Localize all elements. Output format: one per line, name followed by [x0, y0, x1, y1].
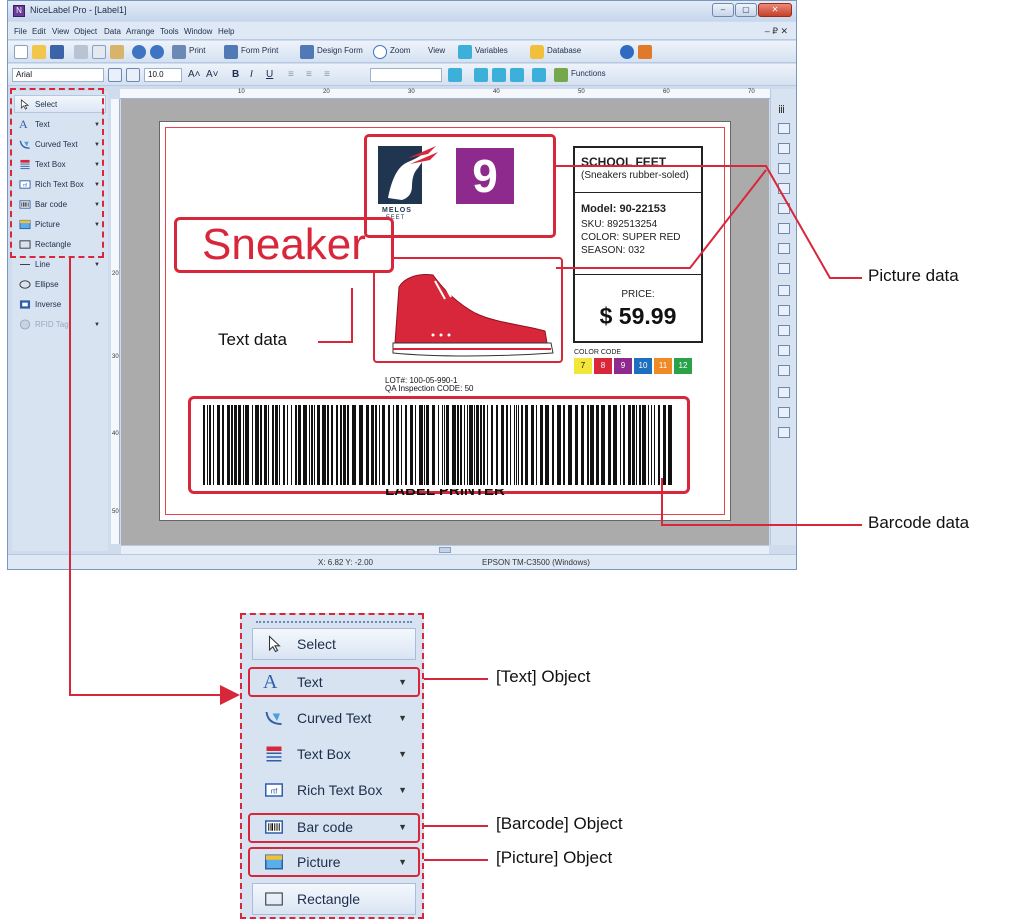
- tool-label: Rectangle: [297, 891, 361, 907]
- rich-text-icon: rtf: [265, 783, 283, 797]
- tool-label: Rich Text Box: [297, 782, 383, 798]
- toolbox-grip: [256, 621, 412, 623]
- zoom-tool-text-box[interactable]: Text Box ▼: [252, 738, 416, 770]
- tool-label: Select: [297, 636, 336, 652]
- rectangle-icon: [265, 892, 283, 906]
- callout-picture-data: Picture data: [868, 266, 959, 285]
- callout-text-object: [Text] Object: [496, 667, 591, 686]
- dropdown-arrow-icon[interactable]: ▼: [398, 775, 407, 805]
- zoom-tool-rectangle[interactable]: Rectangle: [252, 883, 416, 915]
- callout-text-data: Text data: [218, 330, 287, 349]
- tool-label: Text Box: [297, 746, 351, 762]
- tool-label: Curved Text: [297, 710, 372, 726]
- highlight-picture-object: [248, 847, 420, 877]
- text-box-icon: [266, 746, 282, 762]
- zoom-tool-curved-text[interactable]: Curved Text ▼: [252, 702, 416, 734]
- curved-text-icon: [265, 711, 282, 725]
- callout-picture-object: [Picture] Object: [496, 848, 613, 867]
- callout-barcode-object: [Barcode] Object: [496, 814, 623, 833]
- callout-barcode-data: Barcode data: [868, 513, 970, 532]
- highlight-barcode-object: [248, 813, 420, 843]
- dropdown-arrow-icon[interactable]: ▼: [398, 703, 407, 733]
- dropdown-arrow-icon[interactable]: ▼: [398, 739, 407, 769]
- highlight-text-object: [248, 667, 420, 697]
- svg-text:rtf: rtf: [271, 786, 279, 795]
- cursor-icon: [268, 635, 281, 653]
- zoom-tool-rich-text-box[interactable]: rtf Rich Text Box ▼: [252, 774, 416, 806]
- zoom-tool-select[interactable]: Select: [252, 628, 416, 660]
- illustration: N NiceLabel Pro - [Label1] – ▢ ✕ File Ed…: [0, 0, 1020, 919]
- zoomed-toolbox: Select A Text ▼ Curved Text ▼ Text Box ▼ rt…: [240, 613, 424, 919]
- highlight-logo-picture: [364, 134, 556, 238]
